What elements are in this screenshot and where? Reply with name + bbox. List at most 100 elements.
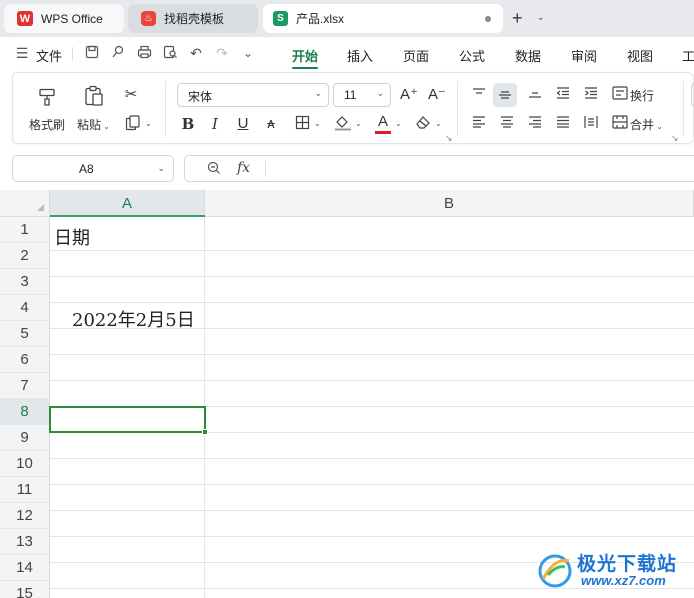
tab-spreadsheet-file[interactable]: S 产品.xlsx	[263, 4, 503, 33]
tab-templates[interactable]: ♨ 找稻壳模板	[128, 4, 258, 33]
format-painter-label[interactable]: 格式刷	[29, 116, 65, 133]
row-header[interactable]: 13	[0, 529, 50, 555]
row-header[interactable]: 4	[0, 295, 50, 321]
gridline	[50, 484, 694, 485]
menu-tab-insert[interactable]: 插入	[347, 46, 373, 65]
row-header[interactable]: 10	[0, 451, 50, 477]
increase-font-icon[interactable]: A⁺	[399, 86, 419, 104]
font-name-select[interactable]: 宋体 ⌄	[177, 83, 329, 107]
justify-icon[interactable]	[553, 115, 573, 133]
fill-color-icon[interactable]	[333, 115, 353, 136]
bold-button[interactable]: B	[178, 115, 198, 133]
print-icon[interactable]	[136, 45, 152, 61]
zoom-icon[interactable]	[207, 161, 221, 178]
tab-list-chevron-icon[interactable]: ⌄	[537, 12, 545, 23]
cell-a4[interactable]: 2022年2月5日	[72, 306, 195, 332]
strikethrough-button[interactable]: ᴀ	[261, 115, 281, 133]
wrap-text-label[interactable]: 换行	[630, 87, 654, 104]
borders-icon[interactable]	[292, 115, 312, 135]
formula-input[interactable]	[275, 161, 694, 177]
row-header[interactable]: 3	[0, 269, 50, 295]
row-header-selected[interactable]: 8	[0, 399, 50, 425]
menu-tab-data[interactable]: 数据	[515, 46, 541, 65]
font-size-value: 11	[344, 88, 357, 102]
select-all-triangle-icon	[37, 204, 44, 211]
row-header[interactable]: 11	[0, 477, 50, 503]
align-left-icon[interactable]	[469, 115, 489, 133]
fill-handle[interactable]	[202, 429, 208, 435]
decrease-font-icon[interactable]: A⁻	[427, 86, 447, 104]
align-center-icon[interactable]	[497, 115, 517, 133]
selected-cell-a8[interactable]	[49, 406, 206, 433]
share-icon[interactable]	[110, 45, 126, 61]
align-right-icon[interactable]	[525, 115, 545, 133]
font-color-icon[interactable]: A	[373, 113, 393, 134]
fill-color-chevron-icon[interactable]: ⌄	[355, 119, 362, 128]
align-bottom-icon[interactable]	[525, 86, 545, 104]
align-top-icon[interactable]	[469, 86, 489, 104]
format-painter-icon[interactable]	[37, 87, 57, 112]
font-color-chevron-icon[interactable]: ⌄	[395, 119, 402, 128]
cell-a1[interactable]: 日期	[54, 224, 90, 250]
cut-icon[interactable]: ✂	[121, 86, 141, 104]
menu-tab-formula[interactable]: 公式	[459, 46, 485, 65]
hamburger-menu-icon[interactable]: ☰	[14, 45, 30, 61]
row-header[interactable]: 1	[0, 217, 50, 243]
redo-icon[interactable]: ↷	[214, 45, 230, 61]
eraser-chevron-icon[interactable]: ⌄	[435, 119, 442, 128]
increase-indent-icon[interactable]	[581, 86, 601, 104]
row-header[interactable]: 5	[0, 321, 50, 347]
decrease-indent-icon[interactable]	[553, 86, 573, 104]
row-header[interactable]: 2	[0, 243, 50, 269]
menu-tab-view[interactable]: 视图	[627, 46, 653, 65]
gridline	[50, 458, 694, 459]
paste-chevron-icon: ⌄	[101, 122, 110, 131]
font-color-letter: A	[377, 113, 388, 130]
menu-tab-home[interactable]: 开始	[292, 46, 318, 65]
gridline	[50, 380, 694, 381]
font-dialog-launcher-icon[interactable]: ↘	[445, 133, 453, 144]
copy-icon[interactable]	[123, 115, 143, 136]
font-size-select[interactable]: 11 ⌄	[333, 83, 391, 107]
chevron-down-icon[interactable]: ⌄	[157, 163, 165, 174]
distributed-align-icon[interactable]	[581, 115, 601, 134]
menu-tab-page[interactable]: 页面	[403, 46, 429, 65]
merge-button[interactable]: 合并 ⌄	[630, 116, 663, 133]
quick-access-chevron-icon[interactable]: ⌄	[240, 45, 256, 61]
borders-chevron-icon[interactable]: ⌄	[314, 119, 321, 128]
underline-button[interactable]: U	[233, 115, 253, 133]
file-menu[interactable]: 文件	[36, 46, 62, 65]
wrap-text-icon[interactable]	[610, 86, 630, 105]
row-header[interactable]: 14	[0, 555, 50, 581]
insert-function-icon[interactable]: fx	[237, 160, 250, 176]
copy-chevron-icon[interactable]: ⌄	[145, 119, 152, 128]
name-box[interactable]: A8 ⌄	[12, 155, 174, 182]
undo-icon[interactable]: ↶	[188, 45, 204, 61]
row-header[interactable]: 6	[0, 347, 50, 373]
tab-wps-office[interactable]: W WPS Office	[4, 4, 124, 33]
paste-label: 粘贴	[77, 118, 102, 132]
row-header[interactable]: 7	[0, 373, 50, 399]
row-header[interactable]: 9	[0, 425, 50, 451]
menu-tab-tools[interactable]: 工	[682, 46, 694, 65]
alignment-dialog-launcher-icon[interactable]: ↘	[671, 133, 679, 144]
eraser-icon[interactable]	[413, 115, 433, 134]
unsaved-dot-icon[interactable]	[485, 16, 491, 22]
row-header[interactable]: 12	[0, 503, 50, 529]
column-header-a[interactable]: A	[50, 190, 205, 217]
column-header-b[interactable]: B	[205, 190, 694, 217]
merge-cells-icon[interactable]	[610, 115, 630, 134]
merge-chevron-icon: ⌄	[654, 122, 663, 131]
print-preview-icon[interactable]	[162, 45, 178, 61]
paste-icon[interactable]	[83, 85, 105, 112]
select-all-corner[interactable]	[0, 190, 50, 217]
italic-button[interactable]: I	[205, 115, 225, 133]
spreadsheet-grid[interactable]: A B 1 2 3 4 5 6 7 8 9 10 11 12 13 14 15 …	[0, 190, 694, 598]
paste-button[interactable]: 粘贴 ⌄	[77, 116, 110, 133]
new-tab-plus-icon[interactable]: +	[512, 8, 523, 29]
chevron-down-icon: ⌄	[314, 88, 322, 98]
row-header[interactable]: 15	[0, 581, 50, 598]
save-icon[interactable]	[84, 45, 100, 61]
align-middle-button[interactable]	[493, 83, 517, 107]
menu-tab-review[interactable]: 审阅	[571, 46, 597, 65]
